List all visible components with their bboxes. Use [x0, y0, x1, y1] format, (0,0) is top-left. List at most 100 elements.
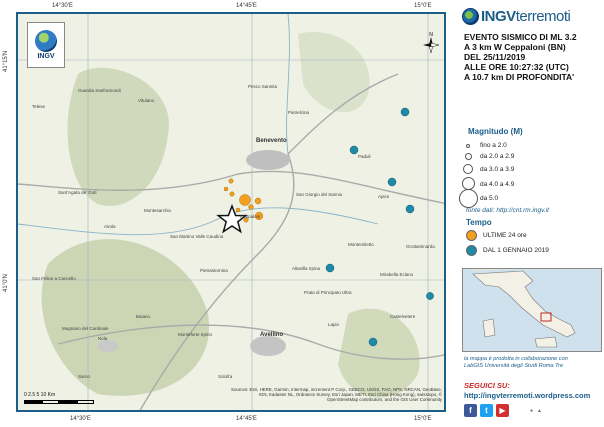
tempo-row: ULTIME 24 ore	[466, 230, 527, 241]
town-label: Avellino	[260, 332, 284, 338]
scale-bar	[24, 400, 94, 404]
coord-top: 15°0'E	[414, 3, 432, 9]
map-attribution: Sources: Esri, HERE, Garmin, Intermap, i…	[231, 387, 442, 403]
apple-icon[interactable]: ●	[530, 408, 533, 414]
map-canvas[interactable]	[18, 14, 446, 412]
event-2019	[349, 145, 359, 155]
event-2019	[405, 204, 415, 214]
globe-icon	[35, 30, 57, 52]
event-24h-main	[239, 194, 251, 206]
event-24h	[248, 204, 254, 210]
svg-text:N: N	[429, 32, 433, 38]
event-line: ALLE ORE 10:27:32 (UTC)	[464, 62, 569, 72]
brand-logo[interactable]: INGV terremoti	[462, 8, 571, 25]
town-label: Sant'Agata de' Goti	[58, 190, 97, 195]
town-label: San Giorgio del Sannio	[296, 192, 343, 197]
event-2019	[325, 263, 335, 273]
blog-link[interactable]: http://ingvterremoti.wordpress.com	[464, 391, 590, 400]
town-label: Altavilla Irpina	[292, 266, 321, 271]
town-label: Guardia Sanframondi	[78, 88, 121, 93]
app-store-icons: ● ▲	[530, 408, 542, 414]
town-label: Nola	[98, 336, 108, 341]
coord-top: 14°45'E	[236, 3, 257, 9]
magnitude-row: da 2.0 a 2.9	[452, 151, 602, 163]
event-line: EVENTO SISMICO DI ML 3.2	[464, 32, 577, 42]
event-24h	[223, 186, 229, 192]
event-24h	[235, 207, 241, 213]
urban-avellino	[250, 336, 286, 356]
town-label: Montemiletto	[348, 242, 374, 247]
magnitude-title: Magnitudo (M)	[468, 127, 523, 136]
coord-top: 14°30'E	[52, 3, 73, 9]
brand-ingv: INGV	[481, 8, 516, 25]
coord-left: 41°15'N	[3, 50, 9, 72]
tempo-title: Tempo	[466, 218, 492, 227]
coord-bottom: 14°45'E	[236, 416, 257, 422]
italy-inset-map	[462, 268, 602, 352]
follow-us-label: SEGUICI SU:	[464, 381, 510, 390]
town-label: Apice	[378, 194, 390, 199]
magnitude-circle-icon	[466, 144, 470, 148]
town-label: Paduli	[358, 154, 371, 159]
coord-bottom: 14°30'E	[70, 416, 91, 422]
magnitude-circle-icon	[465, 153, 472, 160]
event-2019	[387, 177, 397, 187]
urban-nola	[98, 340, 118, 352]
town-label: Ceppaloni	[240, 214, 261, 219]
map-frame[interactable]: INGV N Benevento Montesarchio Avellino S…	[16, 12, 446, 412]
town-label: Monteforte Irpino	[178, 332, 213, 337]
event-24h	[229, 191, 235, 197]
orange-dot-icon	[466, 230, 477, 241]
event-2019	[426, 292, 434, 300]
town-label: Telese	[32, 104, 46, 109]
town-label: Montesarchio	[144, 208, 172, 213]
town-label: Baiano	[136, 314, 151, 319]
social-links: f t ▶	[464, 404, 509, 417]
town-label: Sarno	[78, 374, 91, 379]
town-label: Mugnano del Cardinale	[62, 326, 109, 331]
mountain-area	[298, 32, 370, 113]
event-2019	[368, 337, 378, 347]
river	[18, 207, 379, 236]
event-24h	[254, 197, 262, 205]
town-label: Vitulano	[138, 98, 155, 103]
coord-bottom: 15°0'E	[414, 416, 432, 422]
event-2019	[400, 107, 410, 117]
town-label: Lapio	[328, 322, 340, 327]
town-label: Grottaminarda	[406, 244, 435, 249]
town-label: Pietrastornina	[200, 268, 228, 273]
collaboration-note: la mappa è prodotta in collaborazione co…	[464, 356, 568, 369]
event-line: A 10.7 km DI PROFONDITA'	[464, 72, 575, 82]
youtube-icon[interactable]: ▶	[496, 404, 509, 417]
twitter-icon[interactable]: t	[480, 404, 493, 417]
town-label: Castelvetere	[390, 314, 416, 319]
town-label: Mirabella Eclano	[380, 272, 414, 277]
town-label: San Martino Valle Caudina	[170, 234, 224, 239]
tempo-row: DAL 1 GENNAIO 2019	[466, 245, 549, 256]
event-line: A 3 km W Ceppaloni (BN)	[464, 42, 566, 52]
town-label: Pesco Sannita	[248, 84, 278, 89]
town-label: Pietrelcina	[288, 110, 310, 115]
brand-terremoti: terremoti	[515, 8, 571, 25]
mountain-area	[41, 239, 210, 396]
north-arrow-icon: N	[423, 32, 440, 54]
town-label: Benevento	[256, 138, 287, 144]
magnitude-row	[452, 170, 602, 182]
event-line: DEL 25/11/2019	[464, 52, 526, 62]
event-description: EVENTO SISMICO DI ML 3.2 A 3 km W Ceppal…	[464, 32, 577, 82]
town-label: Solofra	[218, 374, 233, 379]
teal-dot-icon	[466, 245, 477, 256]
data-source-link[interactable]: fonte dati: http://cnt.rm.ingv.it	[466, 207, 549, 214]
badge-text: INGV	[37, 53, 55, 60]
river	[286, 14, 290, 155]
event-24h	[228, 178, 234, 184]
magnitude-circle-icon	[459, 189, 478, 208]
android-icon[interactable]: ▲	[537, 408, 542, 414]
legend-panel: INGV terremoti EVENTO SISMICO DI ML 3.2 …	[452, 0, 604, 427]
scale-labels: 0 2.5 5 10 Km	[24, 392, 56, 398]
town-label: Airola	[104, 224, 116, 229]
facebook-icon[interactable]: f	[464, 404, 477, 417]
ingv-logo-icon	[462, 8, 479, 25]
italy-outline-icon	[471, 269, 576, 348]
magnitude-row: da 5.0	[452, 189, 602, 208]
